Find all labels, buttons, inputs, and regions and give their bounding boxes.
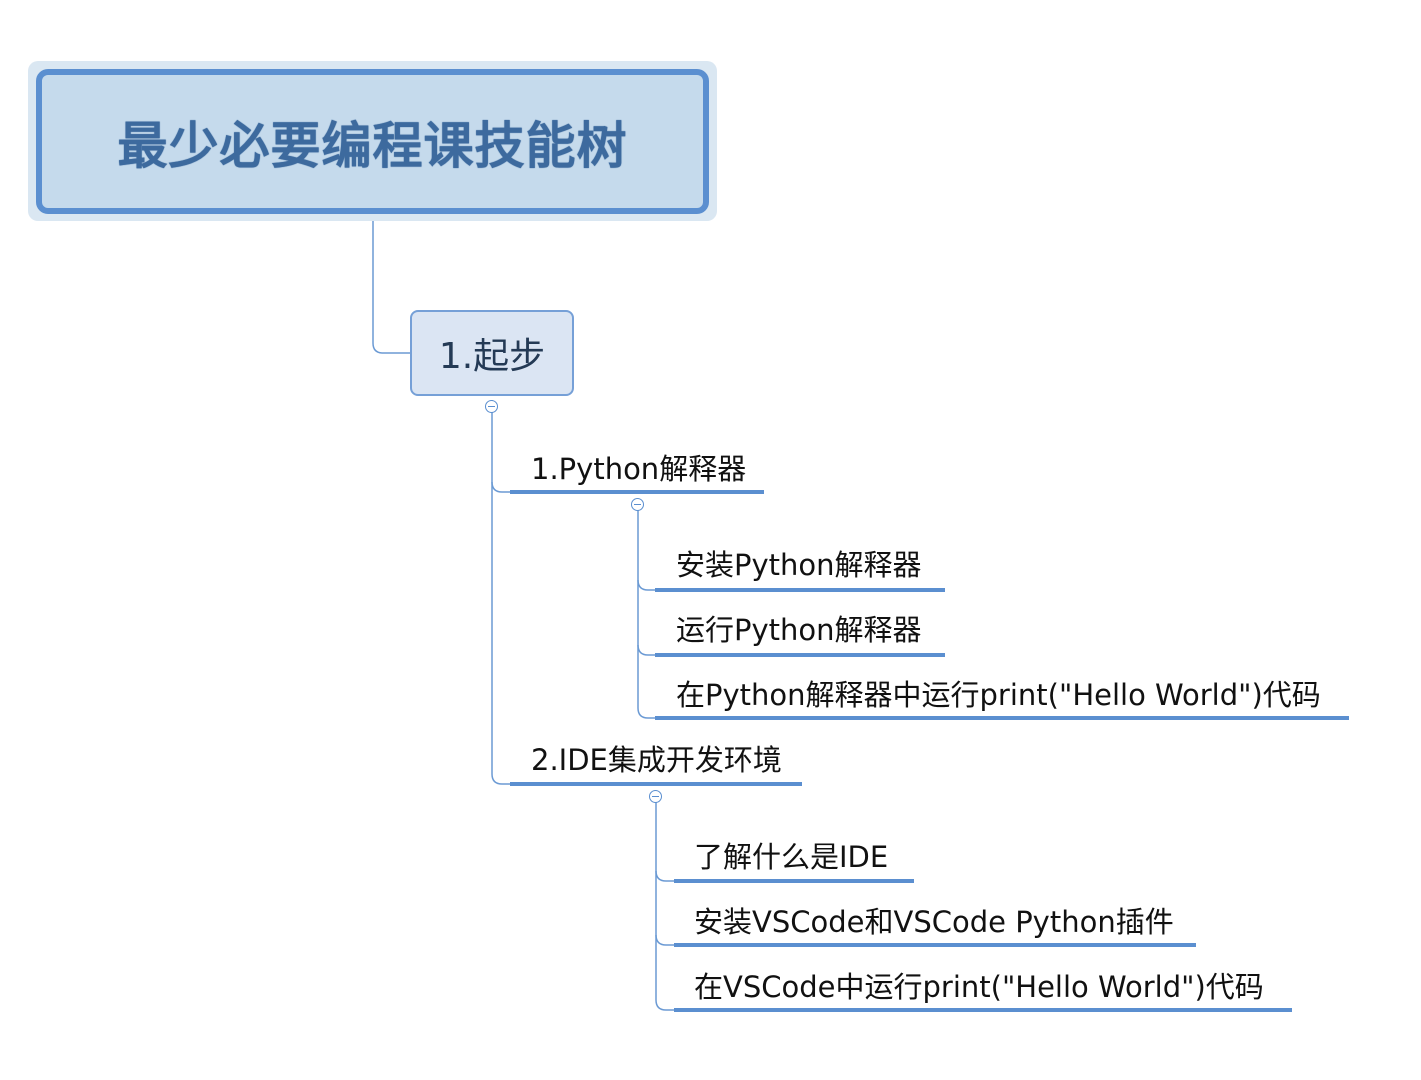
collapse-minus-icon[interactable] [649,790,662,803]
leaf-install-vscode[interactable]: 安装VSCode和VSCode Python插件 [694,899,1174,941]
subtopic-python-interpreter[interactable]: 1.Python解释器 [531,446,746,488]
main-topic-label: 1.起步 [438,336,546,377]
root-topic[interactable]: 最少必要编程课技能树 [36,69,709,214]
subtopic-underline [510,782,802,786]
leaf-underline [655,716,1349,720]
leaf-run-python[interactable]: 运行Python解释器 [676,607,922,649]
leaf-underline [674,879,914,883]
leaf-hello-world-interpreter[interactable]: 在Python解释器中运行print("Hello World")代码 [676,672,1321,714]
leaf-hello-world-vscode[interactable]: 在VSCode中运行print("Hello World")代码 [694,964,1264,1006]
leaf-underline [655,588,945,592]
leaf-underline [674,1008,1292,1012]
leaf-what-is-ide[interactable]: 了解什么是IDE [694,834,888,876]
root-topic-title: 最少必要编程课技能树 [117,116,628,175]
leaf-install-python[interactable]: 安装Python解释器 [676,542,922,584]
collapse-minus-icon[interactable] [485,400,498,413]
collapse-minus-icon[interactable] [631,498,644,511]
leaf-underline [655,653,945,657]
subtopic-ide[interactable]: 2.IDE集成开发环境 [531,737,782,779]
leaf-underline [674,943,1196,947]
main-topic-getting-started[interactable]: 1.起步 [410,310,574,396]
subtopic-underline [510,490,764,494]
